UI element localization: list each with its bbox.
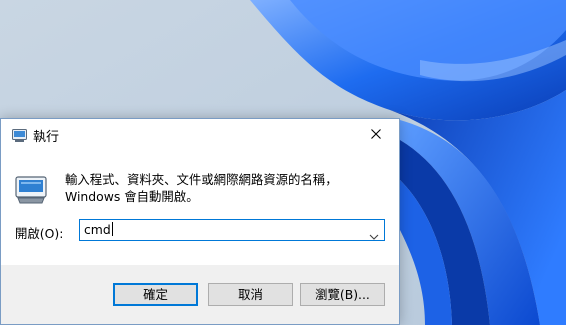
- dialog-title: 執行: [33, 130, 60, 145]
- run-icon: [15, 176, 47, 204]
- dialog-content: 輸入程式、資料夾、文件或網際網路資源的名稱，Windows 會自動開啟。 開啟(…: [1, 149, 399, 265]
- dialog-description: 輸入程式、資料夾、文件或網際網路資源的名稱，Windows 會自動開啟。: [65, 172, 338, 204]
- close-button[interactable]: [353, 119, 399, 149]
- browse-button[interactable]: 瀏覽(B)...: [300, 283, 385, 306]
- open-label: 開啟(O):: [15, 226, 64, 241]
- text-caret: [111, 222, 113, 236]
- run-icon: [12, 127, 27, 142]
- close-icon: [371, 129, 381, 139]
- chevron-down-icon[interactable]: [369, 226, 379, 240]
- command-input[interactable]: cmd: [84, 222, 113, 237]
- cancel-button[interactable]: 取消: [208, 283, 293, 306]
- command-text: cmd: [84, 222, 111, 237]
- open-combobox[interactable]: cmd: [79, 219, 385, 241]
- run-dialog: 執行 輸入程式、資料夾、文件或網際網路資源的名稱，Windows 會自動開啟。 …: [0, 118, 400, 325]
- title-bar[interactable]: 執行: [1, 119, 399, 149]
- ok-button[interactable]: 確定: [113, 283, 198, 306]
